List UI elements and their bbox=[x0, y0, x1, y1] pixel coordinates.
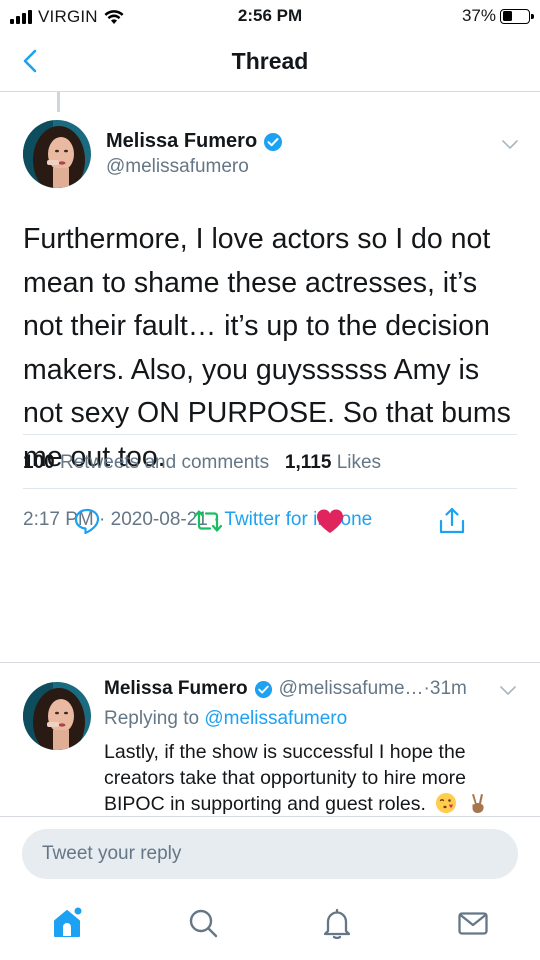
face-blowing-kiss-emoji bbox=[436, 793, 457, 813]
chevron-down-icon[interactable] bbox=[498, 684, 518, 698]
battery-status: 37% bbox=[461, 6, 534, 26]
author-name-row[interactable]: Melissa Fumero bbox=[106, 130, 283, 153]
victory-hand-emoji bbox=[471, 794, 484, 813]
battery-level bbox=[502, 11, 512, 21]
search-icon[interactable] bbox=[186, 906, 220, 940]
divider bbox=[0, 816, 540, 817]
retweets-count: 100 bbox=[23, 452, 55, 473]
reply-header: Melissa Fumero @melissafume… · 31m bbox=[104, 678, 467, 700]
author-handle[interactable]: @melissafume… bbox=[279, 678, 424, 700]
heart-icon[interactable] bbox=[315, 506, 345, 536]
reply-text-block: Lastly, if the show is successful I hope… bbox=[104, 739, 524, 817]
tweet-actions bbox=[0, 502, 540, 542]
divider bbox=[0, 662, 540, 663]
home-icon[interactable] bbox=[50, 906, 84, 940]
likes-stat[interactable]: 1,115 Likes bbox=[285, 452, 381, 473]
battery-percent: 37% bbox=[461, 6, 496, 25]
likes-label: Likes bbox=[336, 452, 382, 473]
avatar[interactable] bbox=[23, 682, 91, 750]
author-name[interactable]: Melissa Fumero bbox=[104, 678, 248, 700]
retweets-label: Retweets and comments bbox=[59, 452, 270, 473]
reply-text: Lastly, if the show is successful I hope… bbox=[104, 741, 467, 815]
tweet-stats: 100 Retweets and comments 1,115 Likes bbox=[23, 452, 381, 474]
clock: 2:56 PM bbox=[237, 6, 303, 25]
thread-connector bbox=[57, 92, 60, 112]
battery-icon bbox=[500, 8, 534, 24]
replying-prefix: Replying to bbox=[104, 708, 200, 729]
mention-link[interactable]: @melissafumero bbox=[204, 708, 347, 729]
retweet-icon[interactable] bbox=[193, 506, 223, 536]
bell-icon[interactable] bbox=[320, 906, 354, 940]
reply-box[interactable] bbox=[22, 829, 518, 879]
likes-count: 1,115 bbox=[284, 452, 332, 473]
divider bbox=[23, 434, 517, 435]
mail-icon[interactable] bbox=[456, 906, 490, 940]
author-handle[interactable]: @melissafumero bbox=[106, 156, 249, 178]
chevron-down-icon[interactable] bbox=[500, 138, 520, 152]
verified-badge-icon bbox=[264, 132, 283, 151]
reply-time: 31m bbox=[429, 678, 467, 699]
replying-to: Replying to @melissafumero bbox=[104, 708, 347, 730]
avatar[interactable] bbox=[23, 120, 91, 188]
divider bbox=[23, 488, 517, 489]
status-bar: VIRGIN 2:56 PM 37% bbox=[0, 0, 540, 34]
reply-input[interactable] bbox=[22, 829, 518, 879]
verified-badge-icon bbox=[254, 680, 272, 698]
page-title: Thread bbox=[231, 48, 309, 74]
author-name[interactable]: Melissa Fumero bbox=[106, 130, 257, 153]
nav-bar: Thread bbox=[0, 34, 540, 92]
share-icon[interactable] bbox=[437, 506, 467, 536]
tweet-text: Furthermore, I love actors so I do not m… bbox=[23, 223, 511, 473]
tab-bar bbox=[0, 892, 540, 960]
retweets-stat[interactable]: 100 Retweets and comments bbox=[23, 452, 269, 473]
reply-icon[interactable] bbox=[72, 506, 102, 536]
